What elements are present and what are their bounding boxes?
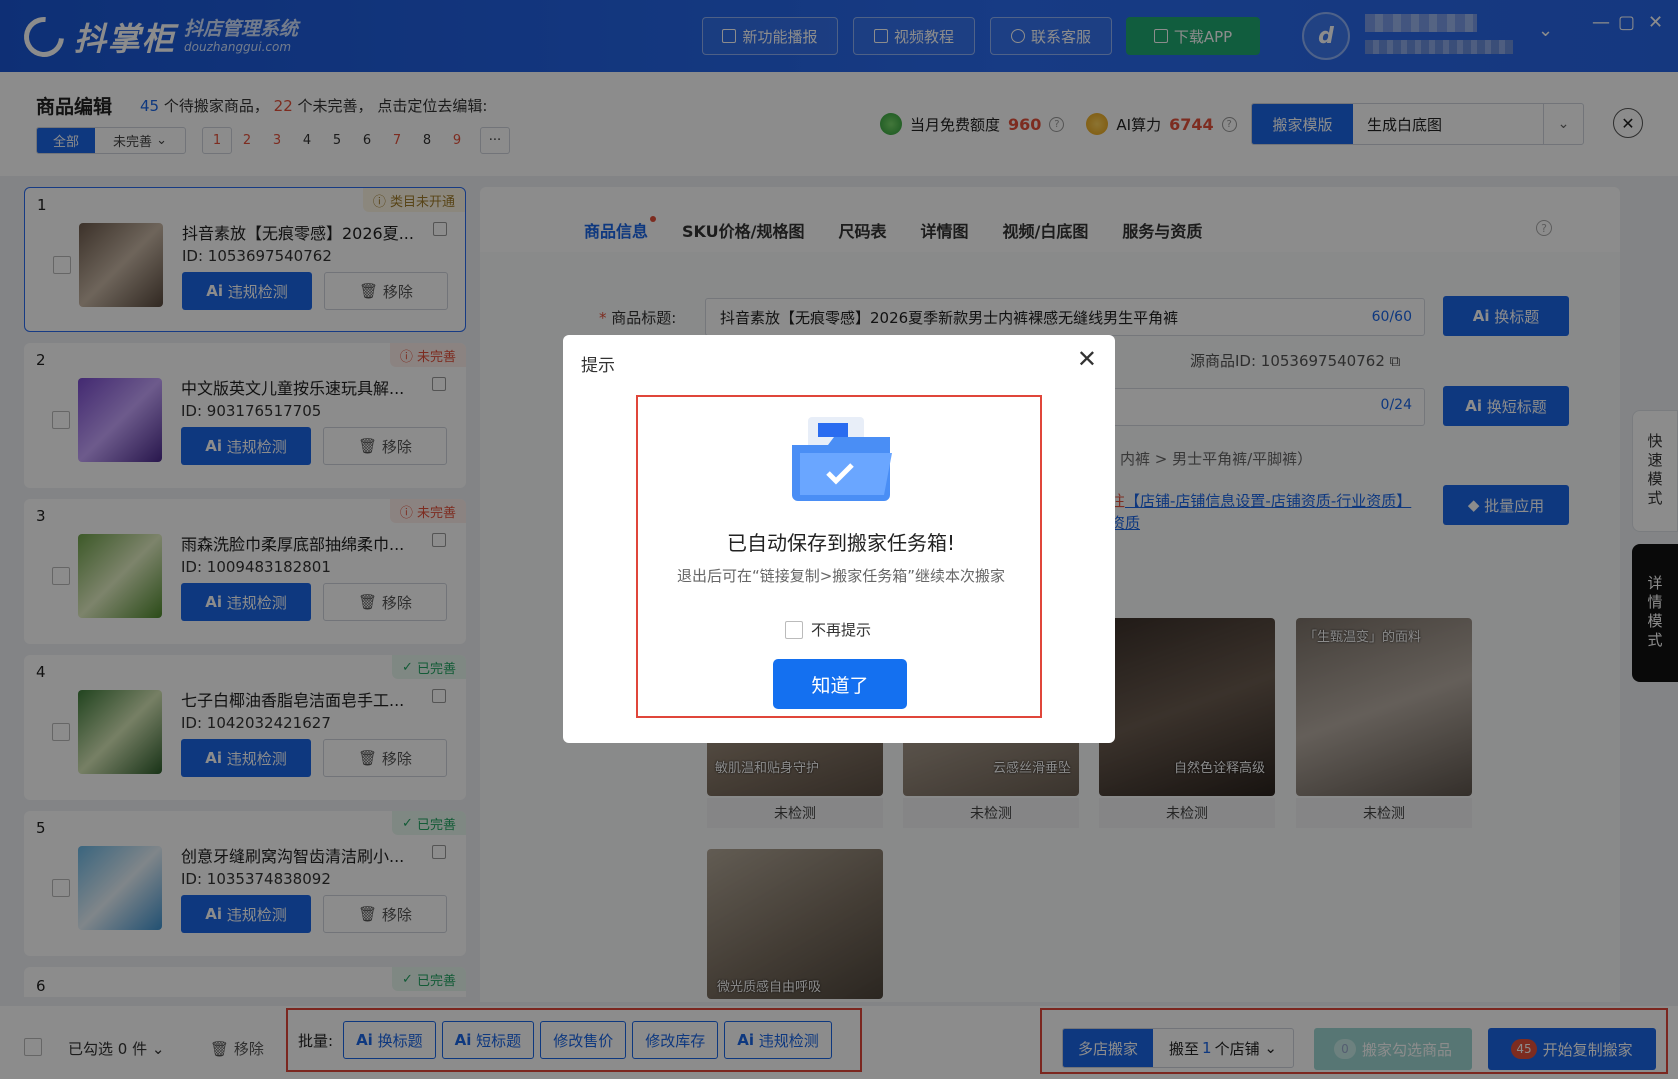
dialog-title: 提示: [581, 356, 615, 376]
got-it-button[interactable]: 知道了: [773, 659, 907, 709]
folder-icon: [792, 417, 892, 501]
dont-remind-checkbox[interactable]: 不再提示: [785, 619, 871, 640]
dialog-content: 已自动保存到搬家任务箱! 退出后可在“链接复制>搬家任务箱”继续本次搬家 不再提…: [636, 395, 1042, 718]
dialog-heading: 已自动保存到搬家任务箱!: [726, 531, 956, 555]
dialog-description: 退出后可在“链接复制>搬家任务箱”继续本次搬家: [676, 567, 1006, 585]
close-icon[interactable]: ✕: [1077, 345, 1097, 373]
save-prompt-dialog: 提示 ✕ 已自动保存到搬家任务箱! 退出后可在“链接复制>搬家任务箱”继续本次搬…: [563, 335, 1115, 743]
